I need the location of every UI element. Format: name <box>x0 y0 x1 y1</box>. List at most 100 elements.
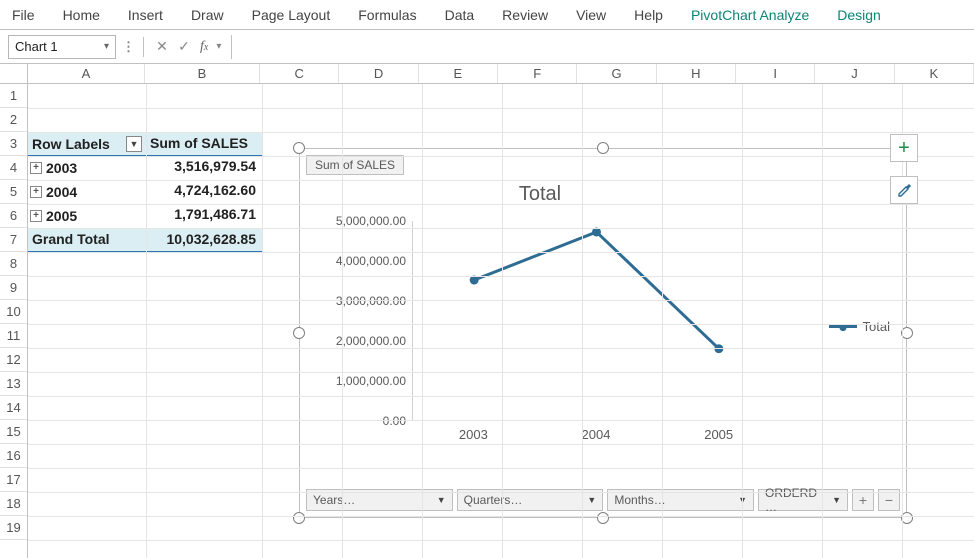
name-box-value: Chart 1 <box>15 39 58 54</box>
row-header[interactable]: 15 <box>0 420 27 444</box>
cancel-icon[interactable]: ✕ <box>154 38 170 55</box>
x-tick: 2003 <box>412 427 535 442</box>
column-header[interactable]: A <box>28 64 145 83</box>
pivot-grand-total-value: 10,032,628.85 <box>146 229 262 251</box>
resize-handle[interactable] <box>597 142 609 154</box>
column-header[interactable]: I <box>736 64 815 83</box>
gridline <box>28 348 974 349</box>
column-header[interactable]: D <box>339 64 418 83</box>
x-tick: 2005 <box>657 427 780 442</box>
chart-x-axis: 2003 2004 2005 <box>412 427 780 442</box>
row-header[interactable]: 17 <box>0 468 27 492</box>
column-header[interactable]: B <box>145 64 260 83</box>
column-header[interactable]: J <box>815 64 894 83</box>
tab-pivotchart-analyze[interactable]: PivotChart Analyze <box>687 3 813 29</box>
gridline <box>28 132 974 133</box>
pivot-table[interactable]: Row Labels ▼ Sum of SALES +2003 3,516,97… <box>28 132 262 252</box>
resize-handle[interactable] <box>293 142 305 154</box>
row-header[interactable]: 19 <box>0 516 27 540</box>
plus-icon: + <box>898 138 910 158</box>
pivot-grand-total-row[interactable]: Grand Total 10,032,628.85 <box>28 228 262 252</box>
gridline <box>28 324 974 325</box>
chart-values-field-button[interactable]: Sum of SALES <box>306 155 404 175</box>
tab-draw[interactable]: Draw <box>187 3 228 29</box>
row-header[interactable]: 2 <box>0 108 27 132</box>
row-header[interactable]: 11 <box>0 324 27 348</box>
tab-design[interactable]: Design <box>833 3 885 29</box>
chart-styles-button[interactable] <box>890 176 918 204</box>
row-header[interactable]: 16 <box>0 444 27 468</box>
row-header[interactable]: 4 <box>0 156 27 180</box>
ribbon-tabs: File Home Insert Draw Page Layout Formul… <box>0 0 974 30</box>
column-header[interactable]: C <box>260 64 339 83</box>
tab-data[interactable]: Data <box>441 3 479 29</box>
pivot-row[interactable]: +2005 1,791,486.71 <box>28 204 262 228</box>
formula-input[interactable] <box>231 35 966 59</box>
row-header[interactable]: 3 <box>0 132 27 156</box>
y-tick: 3,000,000.00 <box>336 294 406 308</box>
enter-icon[interactable]: ✓ <box>176 38 192 55</box>
gridline <box>28 540 974 541</box>
brush-icon <box>896 181 912 200</box>
resize-handle[interactable] <box>293 327 305 339</box>
row-header[interactable]: 1 <box>0 84 27 108</box>
tab-page-layout[interactable]: Page Layout <box>248 3 335 29</box>
filter-label: ORDERD … <box>765 486 824 514</box>
gridline <box>28 108 974 109</box>
gridline <box>28 468 974 469</box>
filter-label: Months… <box>614 493 665 507</box>
row-header[interactable]: 9 <box>0 276 27 300</box>
tab-help[interactable]: Help <box>630 3 667 29</box>
tab-review[interactable]: Review <box>498 3 552 29</box>
row-header[interactable]: 5 <box>0 180 27 204</box>
worksheet[interactable]: ABCDEFGHIJK 1234567891011121314151617181… <box>0 64 974 558</box>
tab-view[interactable]: View <box>572 3 610 29</box>
split-handle-icon[interactable]: ⋮ <box>122 39 133 55</box>
tab-insert[interactable]: Insert <box>124 3 167 29</box>
select-all-corner[interactable] <box>0 64 28 84</box>
gridline <box>28 252 974 253</box>
column-header[interactable]: G <box>577 64 656 83</box>
dropdown-icon[interactable]: ▼ <box>126 136 142 152</box>
pivot-row-labels-header[interactable]: Row Labels ▼ <box>28 133 146 155</box>
name-box[interactable]: Chart 1 ▾ <box>8 35 116 59</box>
pivot-row[interactable]: +2004 4,724,162.60 <box>28 180 262 204</box>
y-tick: 5,000,000.00 <box>336 214 406 228</box>
pivot-header-a-text: Row Labels <box>32 136 110 152</box>
row-header[interactable]: 6 <box>0 204 27 228</box>
pivot-row[interactable]: +2003 3,516,979.54 <box>28 156 262 180</box>
chevron-down-icon[interactable]: ▾ <box>216 41 221 52</box>
tab-formulas[interactable]: Formulas <box>354 3 420 29</box>
column-header[interactable]: H <box>657 64 736 83</box>
chart-legend[interactable]: Total <box>829 319 890 334</box>
chart-title[interactable]: Total <box>300 183 780 206</box>
fx-icon[interactable]: fx <box>198 39 210 55</box>
row-header[interactable]: 12 <box>0 348 27 372</box>
column-header[interactable]: F <box>498 64 577 83</box>
chevron-down-icon[interactable]: ▾ <box>104 41 109 52</box>
formula-bar-row: Chart 1 ▾ ⋮ ✕ ✓ fx ▾ <box>0 30 974 64</box>
row-header[interactable]: 13 <box>0 372 27 396</box>
cells-area[interactable]: Row Labels ▼ Sum of SALES +2003 3,516,97… <box>28 84 974 558</box>
expand-icon[interactable]: + <box>30 186 42 198</box>
row-header[interactable]: 8 <box>0 252 27 276</box>
row-header[interactable]: 18 <box>0 492 27 516</box>
row-header[interactable]: 10 <box>0 300 27 324</box>
column-header[interactable]: E <box>419 64 498 83</box>
tab-home[interactable]: Home <box>59 3 104 29</box>
chart-elements-button[interactable]: + <box>890 134 918 162</box>
chart-plot-area[interactable]: 5,000,000.00 4,000,000.00 3,000,000.00 2… <box>320 221 780 421</box>
expand-icon[interactable]: + <box>30 210 42 222</box>
resize-handle[interactable] <box>597 512 609 524</box>
pivot-row-value: 3,516,979.54 <box>146 156 262 180</box>
pivot-row-value: 1,791,486.71 <box>146 204 262 228</box>
row-header[interactable]: 7 <box>0 228 27 252</box>
tab-file[interactable]: File <box>8 3 39 29</box>
column-header[interactable]: K <box>895 64 974 83</box>
row-header[interactable]: 14 <box>0 396 27 420</box>
chevron-down-icon: ▼ <box>437 495 446 505</box>
y-tick: 0.00 <box>383 414 406 428</box>
chart-y-axis: 5,000,000.00 4,000,000.00 3,000,000.00 2… <box>320 221 412 421</box>
resize-handle[interactable] <box>293 512 305 524</box>
expand-icon[interactable]: + <box>30 162 42 174</box>
